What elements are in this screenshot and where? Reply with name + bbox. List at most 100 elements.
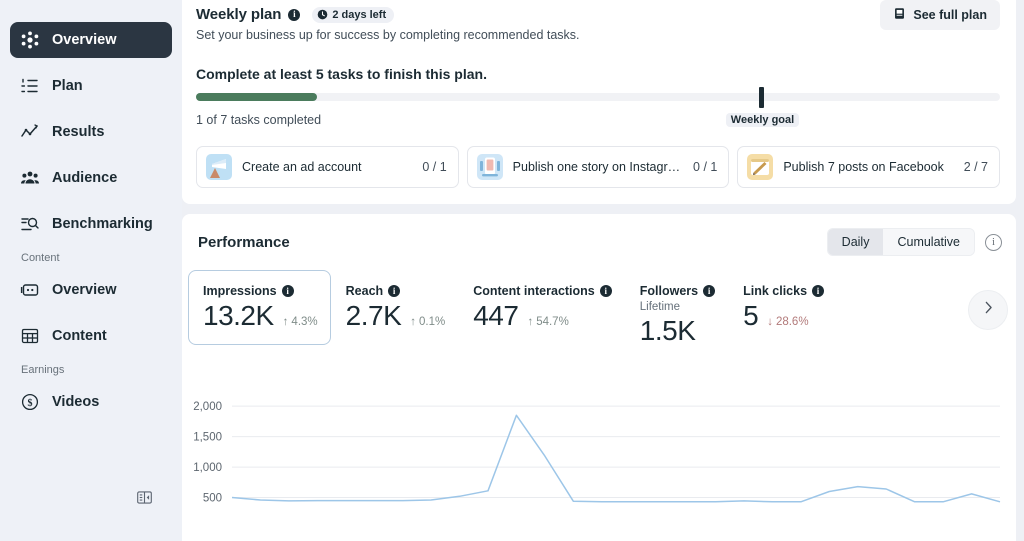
- task-count: 2 / 7: [963, 160, 989, 174]
- metric-label: Link clicks: [743, 284, 808, 298]
- tab-cumulative[interactable]: Cumulative: [883, 229, 974, 255]
- sidebar-item-benchmarking[interactable]: Benchmarking: [10, 206, 172, 242]
- metric-value: 447: [473, 300, 519, 331]
- metric-value-row: 447 ↑ 54.7%: [473, 300, 612, 332]
- metric-name-row: Link clicks i: [743, 284, 825, 298]
- task-count: 0 / 1: [422, 160, 447, 174]
- info-icon[interactable]: i: [812, 285, 825, 297]
- metric-delta-value: 0.1%: [419, 316, 446, 328]
- task-label: Publish 7 posts on Facebook: [783, 160, 944, 174]
- svg-text:$: $: [28, 398, 33, 409]
- right-edge-fade: [1016, 0, 1024, 541]
- task-chip-publish-posts-facebook[interactable]: Publish 7 posts on Facebook 2 / 7: [737, 146, 1001, 188]
- weekly-goal-marker: [758, 87, 764, 108]
- sidebar-item-videos[interactable]: $ Videos: [10, 384, 172, 420]
- task-label: Publish one story on Instagram: [512, 160, 684, 174]
- performance-card: Performance Daily Cumulative i Impressio…: [182, 214, 1016, 541]
- info-circle-outline-icon[interactable]: i: [985, 233, 1002, 251]
- metric-name-row: Reach i: [346, 284, 446, 298]
- sidebar-item-audience[interactable]: Audience: [10, 160, 172, 196]
- info-icon[interactable]: i: [703, 285, 716, 297]
- metric-card-impressions[interactable]: Impressions i 13.2K ↑ 4.3%: [188, 270, 331, 345]
- metric-value-row: 13.2K ↑ 4.3%: [203, 300, 318, 332]
- metric-delta-value: 4.3%: [291, 316, 318, 328]
- metric-name-row: Content interactions i: [473, 284, 612, 298]
- sidebar-item-content-overview[interactable]: Overview: [10, 272, 172, 308]
- sidebar-section-earnings: Earnings: [21, 364, 65, 376]
- sidebar-item-label: Videos: [52, 394, 100, 410]
- metrics-next-button[interactable]: [968, 290, 1008, 330]
- tasks-completed-label: 1 of 7 tasks completed: [196, 113, 322, 127]
- metric-card-followers[interactable]: Followers i Lifetime 1.5K: [625, 270, 728, 360]
- progress-track: [196, 93, 1000, 101]
- progress-fill: [196, 93, 317, 101]
- metric-delta: ↑ 0.1%: [410, 316, 445, 328]
- metrics-row: Impressions i 13.2K ↑ 4.3% Reach i 2.7K …: [182, 270, 1016, 360]
- plan-progress-bar: [196, 87, 1000, 108]
- sidebar-item-label: Overview: [52, 32, 117, 48]
- chart-svg: 500 1,000 1,500 2,000: [193, 401, 1001, 505]
- arrow-down-icon: ↓: [767, 316, 773, 328]
- metric-card-content-interactions[interactable]: Content interactions i 447 ↑ 54.7%: [458, 270, 625, 345]
- metric-value-row: 2.7K ↑ 0.1%: [346, 300, 446, 332]
- sidebar-item-label: Benchmarking: [52, 216, 153, 232]
- sidebar-section-content: Content: [21, 252, 60, 264]
- metric-delta: ↓ 28.6%: [767, 316, 808, 328]
- task-chip-create-ad-account[interactable]: Create an ad account 0 / 1: [196, 146, 459, 188]
- tab-daily[interactable]: Daily: [827, 229, 884, 255]
- metric-value: 2.7K: [345, 300, 402, 331]
- weekly-goal-label: Weekly goal: [725, 113, 800, 127]
- sidebar-collapse-icon[interactable]: [131, 484, 157, 510]
- chart-series-line: [231, 414, 1001, 503]
- task-label: Create an ad account: [242, 160, 362, 174]
- chart-y-tick-label: 1,500: [193, 432, 222, 444]
- metric-value: 5: [743, 300, 759, 331]
- sidebar-item-label: Audience: [52, 170, 118, 186]
- metric-delta-value: 54.7%: [536, 316, 569, 328]
- metric-sublabel: Lifetime: [639, 301, 681, 313]
- arrow-up-icon: ↑: [282, 316, 289, 328]
- post-pencil-thumb: [747, 154, 774, 180]
- sidebar-item-plan[interactable]: Plan: [10, 68, 172, 104]
- performance-chart[interactable]: 500 1,000 1,500 2,000: [182, 382, 1016, 541]
- arrow-up-icon: ↑: [527, 316, 534, 328]
- info-icon[interactable]: i: [599, 285, 612, 297]
- people-group-icon: [20, 168, 40, 188]
- metric-delta-value: 28.6%: [775, 316, 809, 328]
- metric-label: Content interactions: [473, 284, 595, 298]
- task-chip-publish-story-instagram[interactable]: Publish one story on Instagram 0 / 1: [466, 146, 730, 188]
- sidebar-item-results[interactable]: Results: [10, 114, 172, 150]
- performance-header: Performance Daily Cumulative i: [182, 228, 1016, 256]
- metric-card-link-clicks[interactable]: Link clicks i 5 ↓ 28.6%: [728, 270, 837, 345]
- performance-title: Performance: [198, 233, 290, 251]
- sidebar-item-overview[interactable]: Overview: [10, 22, 172, 58]
- content-card-icon: [20, 280, 40, 300]
- table-grid-icon: [20, 326, 40, 346]
- performance-tab-group: Daily Cumulative: [826, 228, 975, 256]
- info-icon[interactable]: i: [281, 285, 294, 297]
- see-full-plan-button[interactable]: See full plan: [880, 0, 1000, 30]
- info-icon[interactable]: i: [288, 8, 301, 21]
- dollar-circle-icon: $: [20, 392, 40, 412]
- metric-value-row: 5 ↓ 28.6%: [743, 300, 824, 332]
- metric-card-reach[interactable]: Reach i 2.7K ↑ 0.1%: [331, 270, 459, 345]
- sidebar-item-content[interactable]: Content: [10, 318, 172, 354]
- metric-value: 13.2K: [203, 300, 274, 331]
- story-phone-thumb: [476, 154, 503, 180]
- progress-labels: 1 of 7 tasks completed Weekly goal: [196, 113, 1000, 129]
- metric-name-row: Impressions i: [203, 284, 318, 298]
- see-full-plan-label: See full plan: [913, 8, 987, 22]
- metric-delta: ↑ 4.3%: [283, 316, 318, 328]
- chevron-right-icon: [980, 299, 997, 321]
- metric-label: Reach: [345, 284, 384, 298]
- clock-icon: [317, 9, 328, 20]
- app-root: Overview Plan Results Audience Benchmark…: [0, 0, 1024, 541]
- days-left-label: 2 days left: [332, 8, 387, 21]
- chart-y-tick-label: 500: [203, 493, 222, 505]
- metric-delta: ↑ 54.7%: [527, 316, 568, 328]
- task-count: 0 / 1: [693, 160, 718, 174]
- task-chip-row: Create an ad account 0 / 1 Publish one s…: [196, 146, 1001, 188]
- info-icon[interactable]: i: [388, 285, 401, 297]
- weekly-plan-goal-heading: Complete at least 5 tasks to finish this…: [196, 66, 487, 82]
- metric-name-row: Followers i: [640, 284, 716, 298]
